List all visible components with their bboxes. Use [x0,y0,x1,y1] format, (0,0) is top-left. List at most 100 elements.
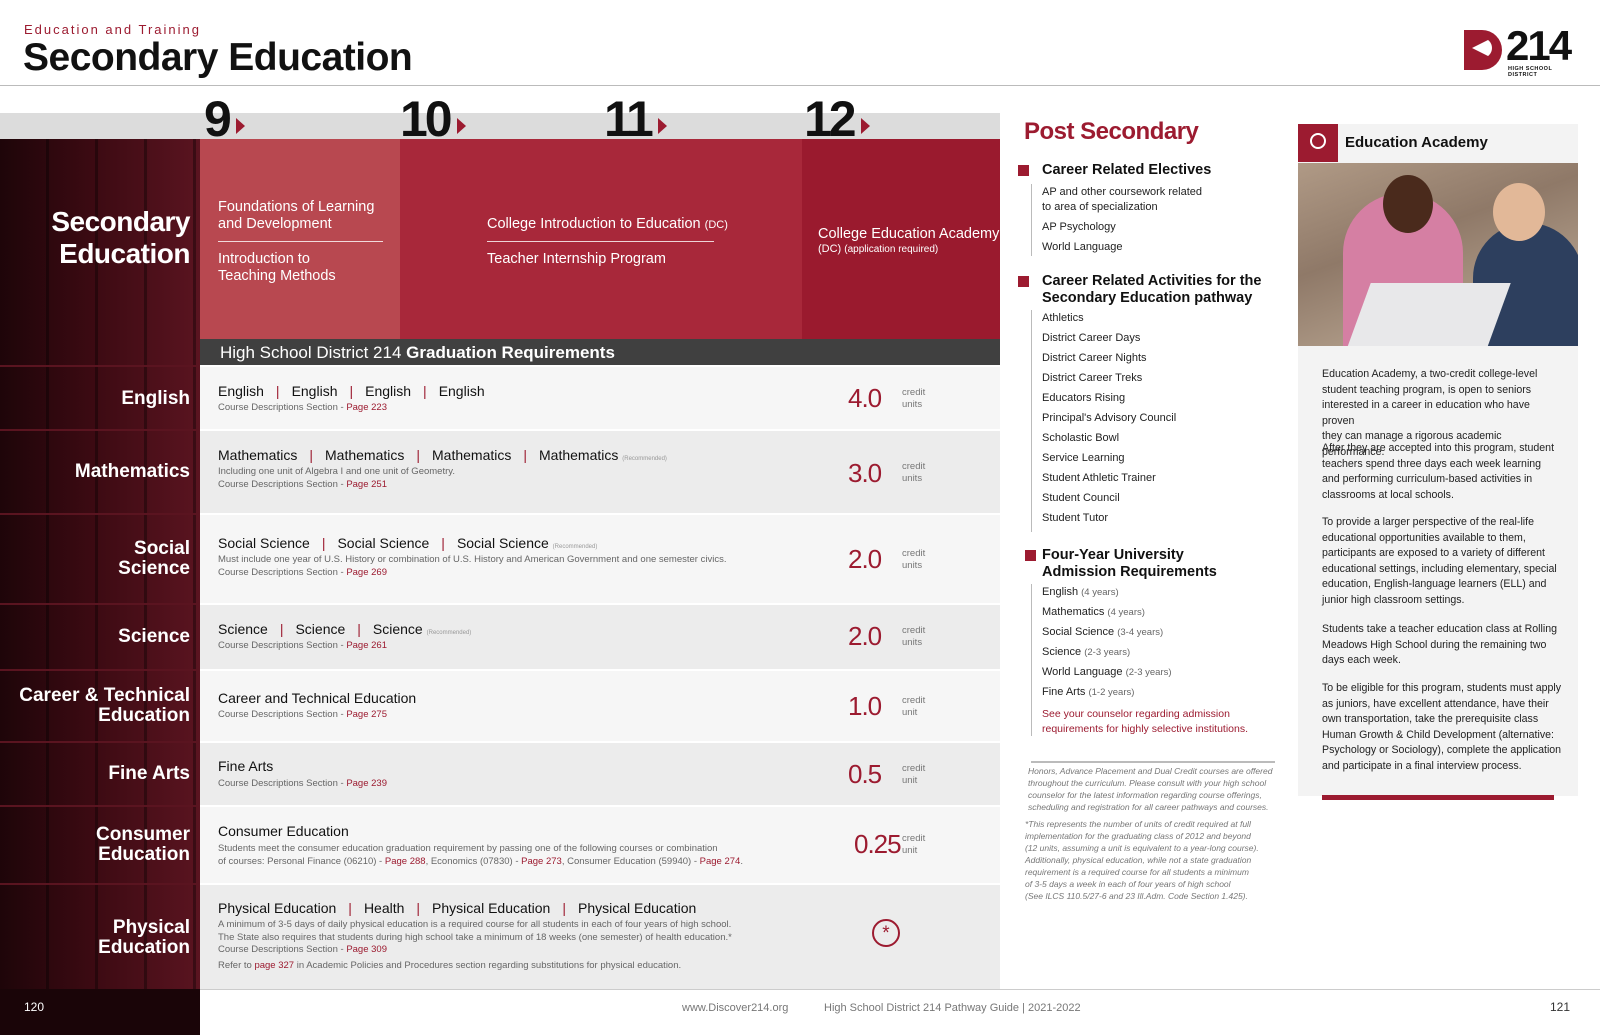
course-intro-teaching: Introduction to Teaching Methods [218,251,336,284]
activity-item: District Career Nights [1042,352,1147,364]
course-note: Students meet the consumer education gra… [218,843,743,867]
footer-divider [200,989,1600,990]
course-education-academy: College Education Academy (DC) (applicati… [818,226,1000,255]
course-list: English | English | English | English [218,383,485,399]
credit-value: 0.5 [848,759,882,789]
academy-accent-bar [1322,795,1554,800]
course-internship: Teacher Internship Program [487,251,666,267]
list-rule [1031,310,1032,532]
activity-item: Service Learning [1042,452,1125,464]
counselor-note: See your counselor regarding admission re… [1042,708,1249,735]
academy-photo [1298,163,1578,346]
subject-label: Social Science [118,538,190,579]
graduation-requirements-header: High School District 214 Graduation Requ… [200,339,1000,365]
track-grade-9 [200,139,400,339]
subject-label: Mathematics [74,461,190,482]
course-note: Course Descriptions Section - Page 239 [218,778,387,789]
requirement-row-social-science: Social Science Social Science | Social Scie… [0,513,1000,603]
course-list: Mathematics | Mathematics | Mathematics | Math… [218,447,667,463]
credit-value: 1.0 [848,691,882,721]
course-list: Fine Arts [218,758,274,774]
credit-value: 3.0 [848,458,882,488]
arrow-right-icon [235,118,245,134]
university-heading: Four-Year University Admission Requiremen… [1042,547,1217,580]
track-divider [487,241,714,242]
course-list: Science | Science | Science (Recommended) [218,621,472,637]
post-secondary-title: Post Secondary [1024,118,1199,145]
requirement-row-mathematics: Mathematics Mathematics | Mathematics | Math… [0,429,1000,513]
admission-item: Science (2-3 years) [1042,646,1131,658]
course-note: Including one unit of Algebra I and one … [218,466,455,490]
page-number-right: 121 [1550,1000,1571,1014]
activity-item: Scholastic Bowl [1042,432,1120,444]
course-list: Career and Technical Education [218,690,417,706]
bullet-square-icon [1018,276,1029,287]
activity-item: Educators Rising [1042,392,1126,404]
subject-label: English [121,388,190,409]
requirement-row-english: English English | English | English | English … [0,365,1000,429]
activity-item: Student Athletic Trainer [1042,472,1156,484]
academy-paragraph: To be eligible for this program, student… [1322,682,1562,772]
bullet-square-icon [1025,550,1036,561]
credit-value: 2.0 [848,544,882,574]
credit-unit: credit unit [902,833,926,856]
subject-label: Consumer Education [96,824,190,865]
star-icon: * [872,919,900,947]
pathway-label: Secondary Education [51,206,190,269]
arrow-right-icon [860,118,870,134]
elective-item: AP and other coursework related [1042,186,1202,198]
elective-item: to area of specialization [1042,201,1158,213]
footer-guide: High School District 214 Pathway Guide |… [824,1002,1081,1014]
subject-label: Fine Arts [108,763,190,784]
arrow-right-icon [657,118,667,134]
admission-item: Mathematics (4 years) [1042,606,1145,618]
course-note: Course Descriptions Section - Page 223 [218,402,387,413]
footnote-honors: Honors, Advance Placement and Dual Credi… [1028,766,1273,812]
admission-item: English (4 years) [1042,586,1119,598]
arrow-right-icon [456,118,466,134]
credit-unit: credit unit [902,763,926,786]
course-note: A minimum of 3-5 days of daily physical … [218,919,732,971]
activity-item: Student Tutor [1042,512,1109,524]
credit-value: 0.25 [854,829,902,859]
track-divider [218,241,383,242]
list-rule [1031,584,1032,736]
admission-item: World Language (2-3 years) [1042,666,1172,678]
admission-item: Fine Arts (1-2 years) [1042,686,1135,698]
course-note: Course Descriptions Section - Page 261 [218,640,387,651]
course-list: Social Science | Social Science | Social Sci… [218,535,598,551]
course-list: Consumer Education [218,823,349,839]
header-divider [0,85,1600,86]
elective-item: World Language [1042,241,1123,253]
activities-heading: Career Related Activities for the Seconda… [1042,273,1262,306]
logo-text: HIGH SCHOOL DISTRICT [1508,66,1553,78]
subject-label: Science [118,626,190,647]
electives-heading: Career Related Electives [1042,162,1212,178]
requirement-row-career-technical: Career & Technical Education Career and T… [0,669,1000,741]
requirement-row-consumer-education: Consumer Education Consumer Education Stu… [0,805,1000,883]
credit-unit: credit units [902,461,926,484]
page-title: Secondary Education [23,36,413,79]
course-note: Course Descriptions Section - Page 275 [218,709,387,720]
page-number-left: 120 [24,1000,45,1014]
activity-item: Principal's Advisory Council [1042,412,1177,424]
credit-unit: credit unit [902,695,926,718]
footnote-divider [1031,761,1275,763]
header-subtitle: Education and Training [24,22,201,37]
page: Education and Training Secondary Educati… [0,0,1600,1035]
footer-url[interactable]: www.Discover214.org [682,1002,788,1014]
logo-mark-icon [1464,30,1502,70]
requirement-row-science: Science Science | Science | Science (Recomme… [0,603,1000,669]
activity-item: District Career Treks [1042,372,1143,384]
requirement-row-fine-arts: Fine Arts Fine Arts Course Descriptions … [0,741,1000,805]
district-logo: 214 HIGH SCHOOL DISTRICT [1464,22,1579,78]
credit-value: 4.0 [848,383,882,413]
footnote-credits: *This represents the number of units of … [1025,819,1259,901]
academy-title: Education Academy [1345,134,1488,151]
course-note: Must include one year of U.S. History or… [218,554,727,578]
activity-item: District Career Days [1042,332,1141,344]
admission-item: Social Science (3-4 years) [1042,626,1164,638]
academy-paragraph: Students take a teacher education class … [1322,623,1557,666]
academy-paragraph: After they are accepted into this progra… [1322,442,1555,501]
credit-value: 2.0 [848,621,882,651]
